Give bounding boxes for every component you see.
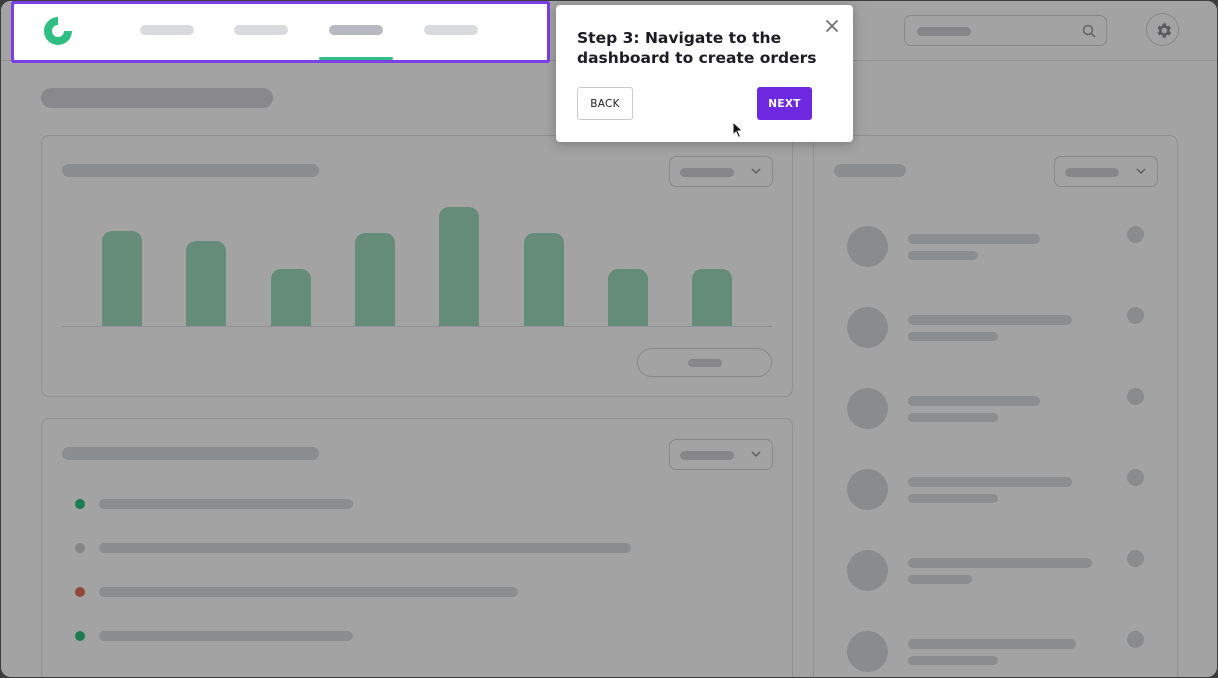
tour-spotlight-highlight [11,1,550,63]
next-button[interactable]: NEXT [757,87,812,120]
tour-popover: Step 3: Navigate to the dashboard to cre… [556,5,853,142]
overlay-bottom [1,63,1217,677]
close-icon[interactable] [824,18,840,34]
overlay-left [1,1,11,63]
back-button[interactable]: BACK [577,87,633,120]
mouse-cursor-icon [732,121,744,139]
tour-step-title: Step 3: Navigate to the dashboard to cre… [577,29,817,67]
